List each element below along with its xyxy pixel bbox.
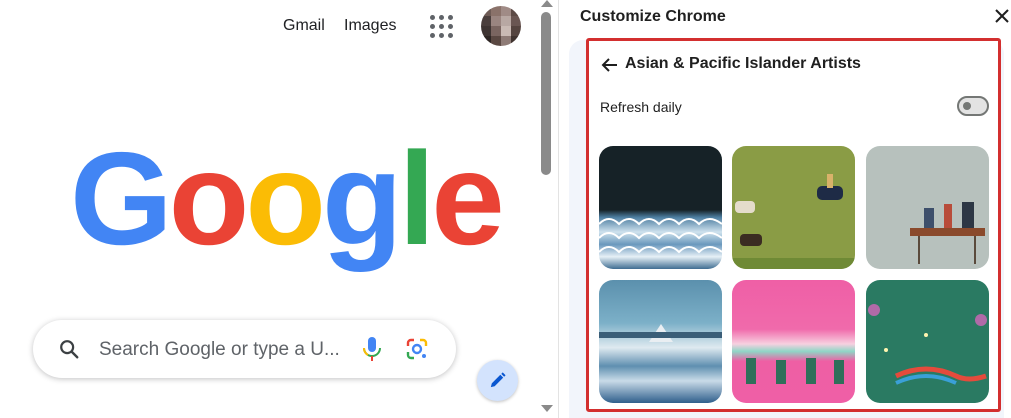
- page-scrollbar[interactable]: [538, 0, 555, 418]
- google-lens-icon[interactable]: [405, 337, 429, 361]
- customize-edit-button[interactable]: [477, 360, 518, 401]
- background-tile-green-garden[interactable]: [866, 280, 989, 403]
- search-input[interactable]: Search Google or type a U...: [99, 339, 353, 361]
- refresh-daily-toggle[interactable]: [957, 96, 989, 116]
- scroll-down-arrow-icon[interactable]: [541, 405, 553, 412]
- market-artwork: [910, 202, 985, 264]
- background-tile-pink-parade[interactable]: [732, 280, 855, 403]
- logo-letter: e: [431, 125, 504, 272]
- green-garden-artwork: [868, 304, 987, 385]
- avatar[interactable]: [481, 6, 521, 46]
- logo-letter: o: [168, 125, 250, 272]
- panel-title: Customize Chrome: [580, 8, 726, 25]
- background-tile-waves[interactable]: [599, 146, 722, 269]
- microphone-icon[interactable]: [360, 336, 384, 362]
- new-tab-page: Gmail Images Google Search Google or typ…: [0, 0, 538, 418]
- mountain-sea-artwork: [599, 324, 722, 342]
- collection-title: Asian & Pacific Islander Artists: [625, 55, 861, 72]
- images-link[interactable]: Images: [344, 17, 396, 35]
- riders-artwork: [732, 174, 855, 269]
- apps-grid-icon[interactable]: [428, 13, 454, 39]
- toggle-knob: [963, 102, 971, 110]
- pencil-icon: [490, 372, 506, 388]
- logo-letter: o: [245, 125, 326, 272]
- waves-artwork: [599, 218, 722, 254]
- close-icon[interactable]: [993, 7, 1011, 25]
- search-icon: [60, 340, 79, 359]
- scrollbar-thumb[interactable]: [541, 12, 551, 175]
- logo-letter: l: [398, 125, 436, 272]
- gmail-link[interactable]: Gmail: [283, 17, 325, 35]
- background-tile-mountain-sea[interactable]: [599, 280, 722, 403]
- back-arrow-icon[interactable]: [600, 55, 620, 75]
- logo-letter: G: [70, 125, 173, 272]
- refresh-daily-label: Refresh daily: [600, 99, 682, 115]
- background-tile-riders[interactable]: [732, 146, 855, 269]
- search-box[interactable]: Search Google or type a U...: [33, 320, 456, 378]
- logo-letter: g: [321, 125, 403, 272]
- background-tile-market[interactable]: [866, 146, 989, 269]
- scroll-up-arrow-icon[interactable]: [541, 0, 553, 7]
- pink-parade-artwork: [746, 358, 844, 384]
- google-logo: Google: [70, 125, 505, 272]
